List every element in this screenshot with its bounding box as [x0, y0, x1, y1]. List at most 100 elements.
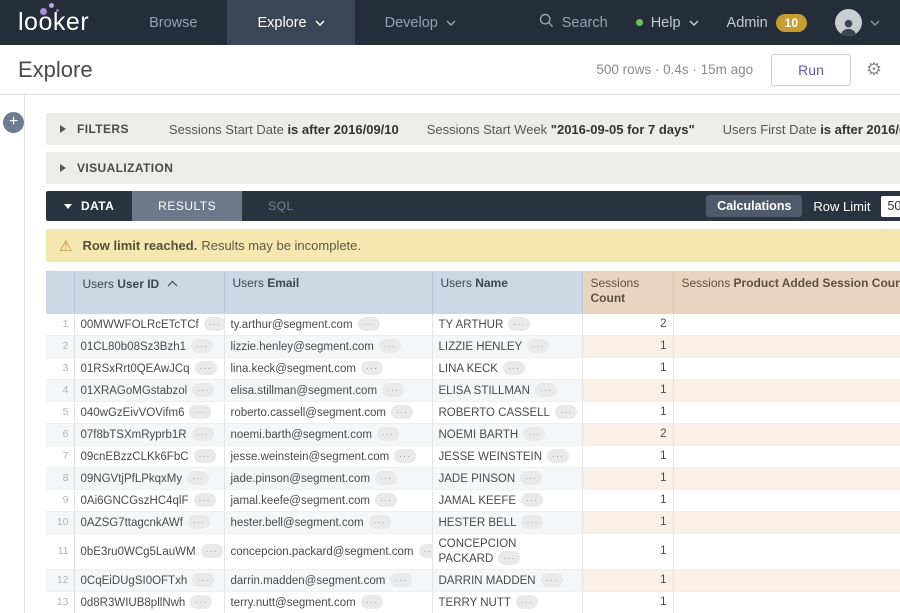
name-cell[interactable]: JAMAL KEEFE··· — [432, 489, 582, 511]
product-added-cell[interactable]: 0 — [673, 591, 900, 613]
looker-logo[interactable]: looker — [0, 0, 119, 45]
filter-item[interactable]: Users First Date is after 2016/09/10 — [723, 122, 900, 137]
product-added-cell[interactable]: 0 — [673, 335, 900, 357]
cell-menu-icon[interactable]: ··· — [194, 493, 216, 507]
product-added-cell[interactable]: 0 — [673, 511, 900, 533]
count-cell[interactable]: 1 — [582, 591, 673, 613]
cell-menu-icon[interactable]: ··· — [520, 471, 542, 485]
product-added-cell[interactable]: 1 — [673, 357, 900, 379]
cell-menu-icon[interactable]: ··· — [382, 383, 404, 397]
name-cell[interactable]: TERRY NUTT··· — [432, 591, 582, 613]
cell-menu-icon[interactable]: ··· — [391, 405, 413, 419]
email-cell[interactable]: lizzie.henley@segment.com··· — [224, 335, 432, 357]
name-cell[interactable]: ROBERTO CASSELL··· — [432, 401, 582, 423]
filters-bar[interactable]: FILTERS Sessions Start Date is after 201… — [46, 113, 900, 145]
cell-menu-icon[interactable]: ··· — [555, 405, 577, 419]
cell-menu-icon[interactable]: ··· — [192, 573, 214, 587]
cell-menu-icon[interactable]: ··· — [194, 449, 216, 463]
column-header-user-id[interactable]: Users User ID — [74, 271, 224, 313]
user-id-cell[interactable]: 0Ai6GNCGszHC4qlF··· — [74, 489, 224, 511]
data-section-toggle[interactable]: DATA — [46, 191, 132, 221]
email-cell[interactable]: jamal.keefe@segment.com··· — [224, 489, 432, 511]
column-header-name[interactable]: Users Name — [432, 271, 582, 313]
email-cell[interactable]: darrin.madden@segment.com··· — [224, 569, 432, 591]
count-cell[interactable]: 1 — [582, 489, 673, 511]
cell-menu-icon[interactable]: ··· — [541, 573, 563, 587]
cell-menu-icon[interactable]: ··· — [516, 595, 538, 609]
cell-menu-icon[interactable]: ··· — [390, 573, 412, 587]
user-id-cell[interactable]: 040wGzEivVOVifm6··· — [74, 401, 224, 423]
cell-menu-icon[interactable]: ··· — [369, 515, 391, 529]
product-added-cell[interactable]: 1 — [673, 379, 900, 401]
email-cell[interactable]: jade.pinson@segment.com··· — [224, 467, 432, 489]
name-cell[interactable]: NOEMI BARTH··· — [432, 423, 582, 445]
email-cell[interactable]: ty.arthur@segment.com··· — [224, 313, 432, 335]
product-added-cell[interactable]: 1 — [673, 569, 900, 591]
user-id-cell[interactable]: 0CqEiDUgSI0OFTxh··· — [74, 569, 224, 591]
run-button[interactable]: Run — [771, 54, 851, 86]
cell-menu-icon[interactable]: ··· — [187, 471, 209, 485]
cell-menu-icon[interactable]: ··· — [377, 427, 399, 441]
nav-item-develop[interactable]: Develop — [355, 0, 486, 45]
product-added-cell[interactable]: 1 — [673, 401, 900, 423]
cell-menu-icon[interactable]: ··· — [361, 361, 383, 375]
cell-menu-icon[interactable]: ··· — [201, 544, 223, 558]
row-limit-input[interactable] — [881, 196, 900, 217]
email-cell[interactable]: concepcion.packard@segment.com··· — [224, 533, 432, 569]
count-cell[interactable]: 1 — [582, 357, 673, 379]
user-id-cell[interactable]: 01CL80b08Sz3Bzh1··· — [74, 335, 224, 357]
name-cell[interactable]: LIZZIE HENLEY··· — [432, 335, 582, 357]
cell-menu-icon[interactable]: ··· — [192, 383, 214, 397]
email-cell[interactable]: lina.keck@segment.com··· — [224, 357, 432, 379]
cell-menu-icon[interactable]: ··· — [521, 493, 543, 507]
count-cell[interactable]: 1 — [582, 335, 673, 357]
add-field-button[interactable]: + — [3, 112, 24, 133]
cell-menu-icon[interactable]: ··· — [191, 339, 213, 353]
cell-menu-icon[interactable]: ··· — [192, 427, 214, 441]
count-cell[interactable]: 1 — [582, 511, 673, 533]
user-id-cell[interactable]: 01XRAGoMGstabzol··· — [74, 379, 224, 401]
gear-icon[interactable]: ⚙ — [866, 59, 882, 80]
nav-help[interactable]: Help — [636, 15, 699, 31]
cell-menu-icon[interactable]: ··· — [508, 317, 530, 331]
cell-menu-icon[interactable]: ··· — [204, 317, 224, 331]
email-cell[interactable]: elisa.stillman@segment.com··· — [224, 379, 432, 401]
cell-menu-icon[interactable]: ··· — [521, 515, 543, 529]
count-cell[interactable]: 1 — [582, 533, 673, 569]
user-id-cell[interactable]: 07f8bTSXmRyprb1R··· — [74, 423, 224, 445]
name-cell[interactable]: HESTER BELL··· — [432, 511, 582, 533]
name-cell[interactable]: JADE PINSON··· — [432, 467, 582, 489]
nav-item-explore[interactable]: Explore — [227, 0, 354, 45]
column-header-product-added[interactable]: Sessions Product Added Session Count — [673, 271, 900, 313]
cell-menu-icon[interactable]: ··· — [188, 515, 210, 529]
user-id-cell[interactable]: 09NGVtjPfLPkqxMy··· — [74, 467, 224, 489]
product-added-cell[interactable]: 0 — [673, 467, 900, 489]
cell-menu-icon[interactable]: ··· — [394, 449, 416, 463]
count-cell[interactable]: 1 — [582, 445, 673, 467]
cell-menu-icon[interactable]: ··· — [419, 544, 433, 558]
cell-menu-icon[interactable]: ··· — [190, 595, 212, 609]
cell-menu-icon[interactable]: ··· — [195, 361, 217, 375]
nav-account[interactable] — [835, 9, 880, 36]
cell-menu-icon[interactable]: ··· — [535, 383, 557, 397]
product-added-cell[interactable]: 1 — [673, 533, 900, 569]
cell-menu-icon[interactable]: ··· — [189, 405, 211, 419]
nav-item-browse[interactable]: Browse — [119, 0, 227, 45]
cell-menu-icon[interactable]: ··· — [375, 493, 397, 507]
cell-menu-icon[interactable]: ··· — [361, 595, 383, 609]
user-id-cell[interactable]: 09cnEBzzCLKk6FbC··· — [74, 445, 224, 467]
calculations-button[interactable]: Calculations — [706, 195, 802, 217]
name-cell[interactable]: TY ARTHUR··· — [432, 313, 582, 335]
count-cell[interactable]: 1 — [582, 467, 673, 489]
nav-admin[interactable]: Admin 10 — [727, 14, 807, 32]
name-cell[interactable]: ELISA STILLMAN··· — [432, 379, 582, 401]
cell-menu-icon[interactable]: ··· — [503, 361, 525, 375]
user-id-cell[interactable]: 00MWWFOLRcETcTCf··· — [74, 313, 224, 335]
count-cell[interactable]: 2 — [582, 313, 673, 335]
cell-menu-icon[interactable]: ··· — [527, 339, 549, 353]
cell-menu-icon[interactable]: ··· — [375, 471, 397, 485]
product-added-cell[interactable]: 1 — [673, 445, 900, 467]
email-cell[interactable]: roberto.cassell@segment.com··· — [224, 401, 432, 423]
name-cell[interactable]: LINA KECK··· — [432, 357, 582, 379]
user-id-cell[interactable]: 01RSxRrt0QEAwJCq··· — [74, 357, 224, 379]
